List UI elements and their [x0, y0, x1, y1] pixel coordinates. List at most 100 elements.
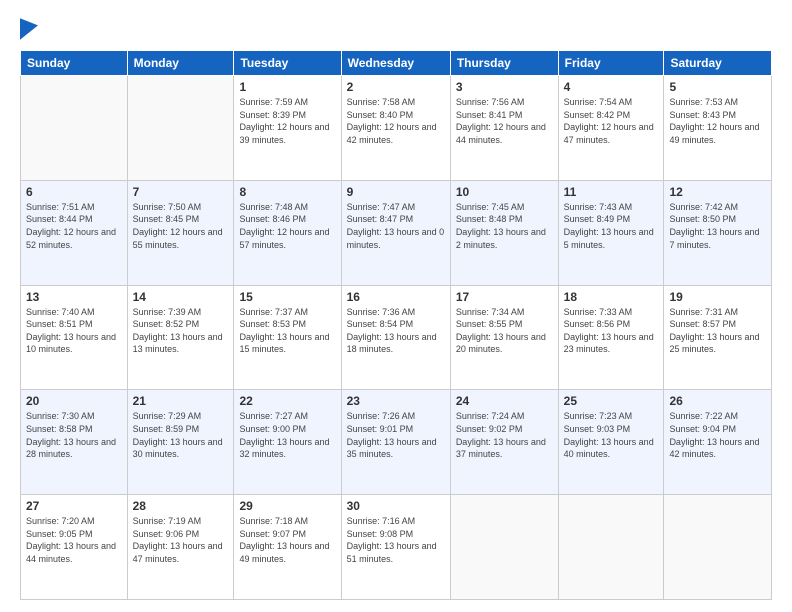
calendar-cell: 19 Sunrise: 7:31 AMSunset: 8:57 PMDayligh… — [664, 285, 772, 390]
day-info: Sunrise: 7:45 AMSunset: 8:48 PMDaylight:… — [456, 201, 553, 251]
day-info: Sunrise: 7:24 AMSunset: 9:02 PMDaylight:… — [456, 410, 553, 460]
day-number: 29 — [239, 499, 335, 513]
weekday-sunday: Sunday — [21, 51, 128, 76]
day-number: 7 — [133, 185, 229, 199]
day-info: Sunrise: 7:26 AMSunset: 9:01 PMDaylight:… — [347, 410, 445, 460]
calendar-cell: 24 Sunrise: 7:24 AMSunset: 9:02 PMDayligh… — [450, 390, 558, 495]
day-number: 18 — [564, 290, 659, 304]
day-number: 19 — [669, 290, 766, 304]
weekday-monday: Monday — [127, 51, 234, 76]
day-info: Sunrise: 7:27 AMSunset: 9:00 PMDaylight:… — [239, 410, 335, 460]
day-info: Sunrise: 7:34 AMSunset: 8:55 PMDaylight:… — [456, 306, 553, 356]
day-info: Sunrise: 7:39 AMSunset: 8:52 PMDaylight:… — [133, 306, 229, 356]
day-info: Sunrise: 7:30 AMSunset: 8:58 PMDaylight:… — [26, 410, 122, 460]
calendar-cell: 23 Sunrise: 7:26 AMSunset: 9:01 PMDayligh… — [341, 390, 450, 495]
weekday-saturday: Saturday — [664, 51, 772, 76]
day-number: 13 — [26, 290, 122, 304]
weekday-friday: Friday — [558, 51, 664, 76]
logo — [20, 16, 40, 40]
calendar-cell: 13 Sunrise: 7:40 AMSunset: 8:51 PMDayligh… — [21, 285, 128, 390]
calendar-cell: 10 Sunrise: 7:45 AMSunset: 8:48 PMDayligh… — [450, 180, 558, 285]
calendar-cell: 4 Sunrise: 7:54 AMSunset: 8:42 PMDaylight… — [558, 76, 664, 181]
calendar-cell: 16Sunrise: 7:36 AMSunset: 8:54 PMDayligh… — [341, 285, 450, 390]
day-info: Sunrise: 7:18 AMSunset: 9:07 PMDaylight:… — [239, 515, 335, 565]
calendar-cell: 8Sunrise: 7:48 AMSunset: 8:46 PMDaylight… — [234, 180, 341, 285]
week-row-2: 6 Sunrise: 7:51 AMSunset: 8:44 PMDaylight… — [21, 180, 772, 285]
calendar-cell: 29 Sunrise: 7:18 AMSunset: 9:07 PMDayligh… — [234, 495, 341, 600]
weekday-header-row: SundayMondayTuesdayWednesdayThursdayFrid… — [21, 51, 772, 76]
day-number: 5 — [669, 80, 766, 94]
calendar-cell: 3 Sunrise: 7:56 AMSunset: 8:41 PMDaylight… — [450, 76, 558, 181]
day-info: Sunrise: 7:40 AMSunset: 8:51 PMDaylight:… — [26, 306, 122, 356]
day-info: Sunrise: 7:59 AMSunset: 8:39 PMDaylight:… — [239, 96, 335, 146]
day-number: 3 — [456, 80, 553, 94]
calendar-cell: 25 Sunrise: 7:23 AMSunset: 9:03 PMDayligh… — [558, 390, 664, 495]
calendar-cell: 30 Sunrise: 7:16 AMSunset: 9:08 PMDayligh… — [341, 495, 450, 600]
calendar-cell — [558, 495, 664, 600]
day-info: Sunrise: 7:16 AMSunset: 9:08 PMDaylight:… — [347, 515, 445, 565]
calendar-cell: 12 Sunrise: 7:42 AMSunset: 8:50 PMDayligh… — [664, 180, 772, 285]
day-info: Sunrise: 7:58 AMSunset: 8:40 PMDaylight:… — [347, 96, 445, 146]
day-info: Sunrise: 7:56 AMSunset: 8:41 PMDaylight:… — [456, 96, 553, 146]
calendar-cell: 9Sunrise: 7:47 AMSunset: 8:47 PMDaylight… — [341, 180, 450, 285]
page-header — [20, 16, 772, 40]
day-info: Sunrise: 7:53 AMSunset: 8:43 PMDaylight:… — [669, 96, 766, 146]
day-info: Sunrise: 7:43 AMSunset: 8:49 PMDaylight:… — [564, 201, 659, 251]
day-number: 16 — [347, 290, 445, 304]
day-number: 21 — [133, 394, 229, 408]
calendar-cell: 11 Sunrise: 7:43 AMSunset: 8:49 PMDayligh… — [558, 180, 664, 285]
calendar-cell: 5 Sunrise: 7:53 AMSunset: 8:43 PMDaylight… — [664, 76, 772, 181]
day-info: Sunrise: 7:50 AMSunset: 8:45 PMDaylight:… — [133, 201, 229, 251]
day-number: 4 — [564, 80, 659, 94]
calendar-cell — [21, 76, 128, 181]
calendar-cell: 26 Sunrise: 7:22 AMSunset: 9:04 PMDayligh… — [664, 390, 772, 495]
day-number: 11 — [564, 185, 659, 199]
day-number: 12 — [669, 185, 766, 199]
day-number: 30 — [347, 499, 445, 513]
day-info: Sunrise: 7:51 AMSunset: 8:44 PMDaylight:… — [26, 201, 122, 251]
day-number: 28 — [133, 499, 229, 513]
day-info: Sunrise: 7:33 AMSunset: 8:56 PMDaylight:… — [564, 306, 659, 356]
day-number: 17 — [456, 290, 553, 304]
weekday-thursday: Thursday — [450, 51, 558, 76]
day-info: Sunrise: 7:37 AMSunset: 8:53 PMDaylight:… — [239, 306, 335, 356]
calendar-cell: 6 Sunrise: 7:51 AMSunset: 8:44 PMDaylight… — [21, 180, 128, 285]
week-row-3: 13 Sunrise: 7:40 AMSunset: 8:51 PMDayligh… — [21, 285, 772, 390]
day-number: 6 — [26, 185, 122, 199]
day-info: Sunrise: 7:48 AMSunset: 8:46 PMDaylight:… — [239, 201, 335, 251]
calendar-cell — [127, 76, 234, 181]
day-number: 22 — [239, 394, 335, 408]
day-info: Sunrise: 7:22 AMSunset: 9:04 PMDaylight:… — [669, 410, 766, 460]
day-info: Sunrise: 7:54 AMSunset: 8:42 PMDaylight:… — [564, 96, 659, 146]
day-number: 23 — [347, 394, 445, 408]
day-number: 15 — [239, 290, 335, 304]
calendar-cell — [450, 495, 558, 600]
calendar-cell: 1 Sunrise: 7:59 AMSunset: 8:39 PMDaylight… — [234, 76, 341, 181]
calendar-cell: 15 Sunrise: 7:37 AMSunset: 8:53 PMDayligh… — [234, 285, 341, 390]
calendar-cell: 27Sunrise: 7:20 AMSunset: 9:05 PMDayligh… — [21, 495, 128, 600]
day-info: Sunrise: 7:31 AMSunset: 8:57 PMDaylight:… — [669, 306, 766, 356]
day-number: 27 — [26, 499, 122, 513]
calendar-cell: 18 Sunrise: 7:33 AMSunset: 8:56 PMDayligh… — [558, 285, 664, 390]
calendar-table: SundayMondayTuesdayWednesdayThursdayFrid… — [20, 50, 772, 600]
calendar-cell: 20 Sunrise: 7:30 AMSunset: 8:58 PMDayligh… — [21, 390, 128, 495]
weekday-wednesday: Wednesday — [341, 51, 450, 76]
day-number: 1 — [239, 80, 335, 94]
calendar-cell: 21 Sunrise: 7:29 AMSunset: 8:59 PMDayligh… — [127, 390, 234, 495]
week-row-1: 1 Sunrise: 7:59 AMSunset: 8:39 PMDaylight… — [21, 76, 772, 181]
day-info: Sunrise: 7:42 AMSunset: 8:50 PMDaylight:… — [669, 201, 766, 251]
day-number: 24 — [456, 394, 553, 408]
calendar-cell: 22 Sunrise: 7:27 AMSunset: 9:00 PMDayligh… — [234, 390, 341, 495]
day-number: 25 — [564, 394, 659, 408]
calendar-cell — [664, 495, 772, 600]
week-row-5: 27Sunrise: 7:20 AMSunset: 9:05 PMDayligh… — [21, 495, 772, 600]
day-number: 10 — [456, 185, 553, 199]
day-number: 14 — [133, 290, 229, 304]
day-info: Sunrise: 7:19 AMSunset: 9:06 PMDaylight:… — [133, 515, 229, 565]
day-info: Sunrise: 7:23 AMSunset: 9:03 PMDaylight:… — [564, 410, 659, 460]
day-number: 2 — [347, 80, 445, 94]
day-number: 26 — [669, 394, 766, 408]
day-info: Sunrise: 7:29 AMSunset: 8:59 PMDaylight:… — [133, 410, 229, 460]
day-number: 20 — [26, 394, 122, 408]
calendar-cell: 7 Sunrise: 7:50 AMSunset: 8:45 PMDaylight… — [127, 180, 234, 285]
